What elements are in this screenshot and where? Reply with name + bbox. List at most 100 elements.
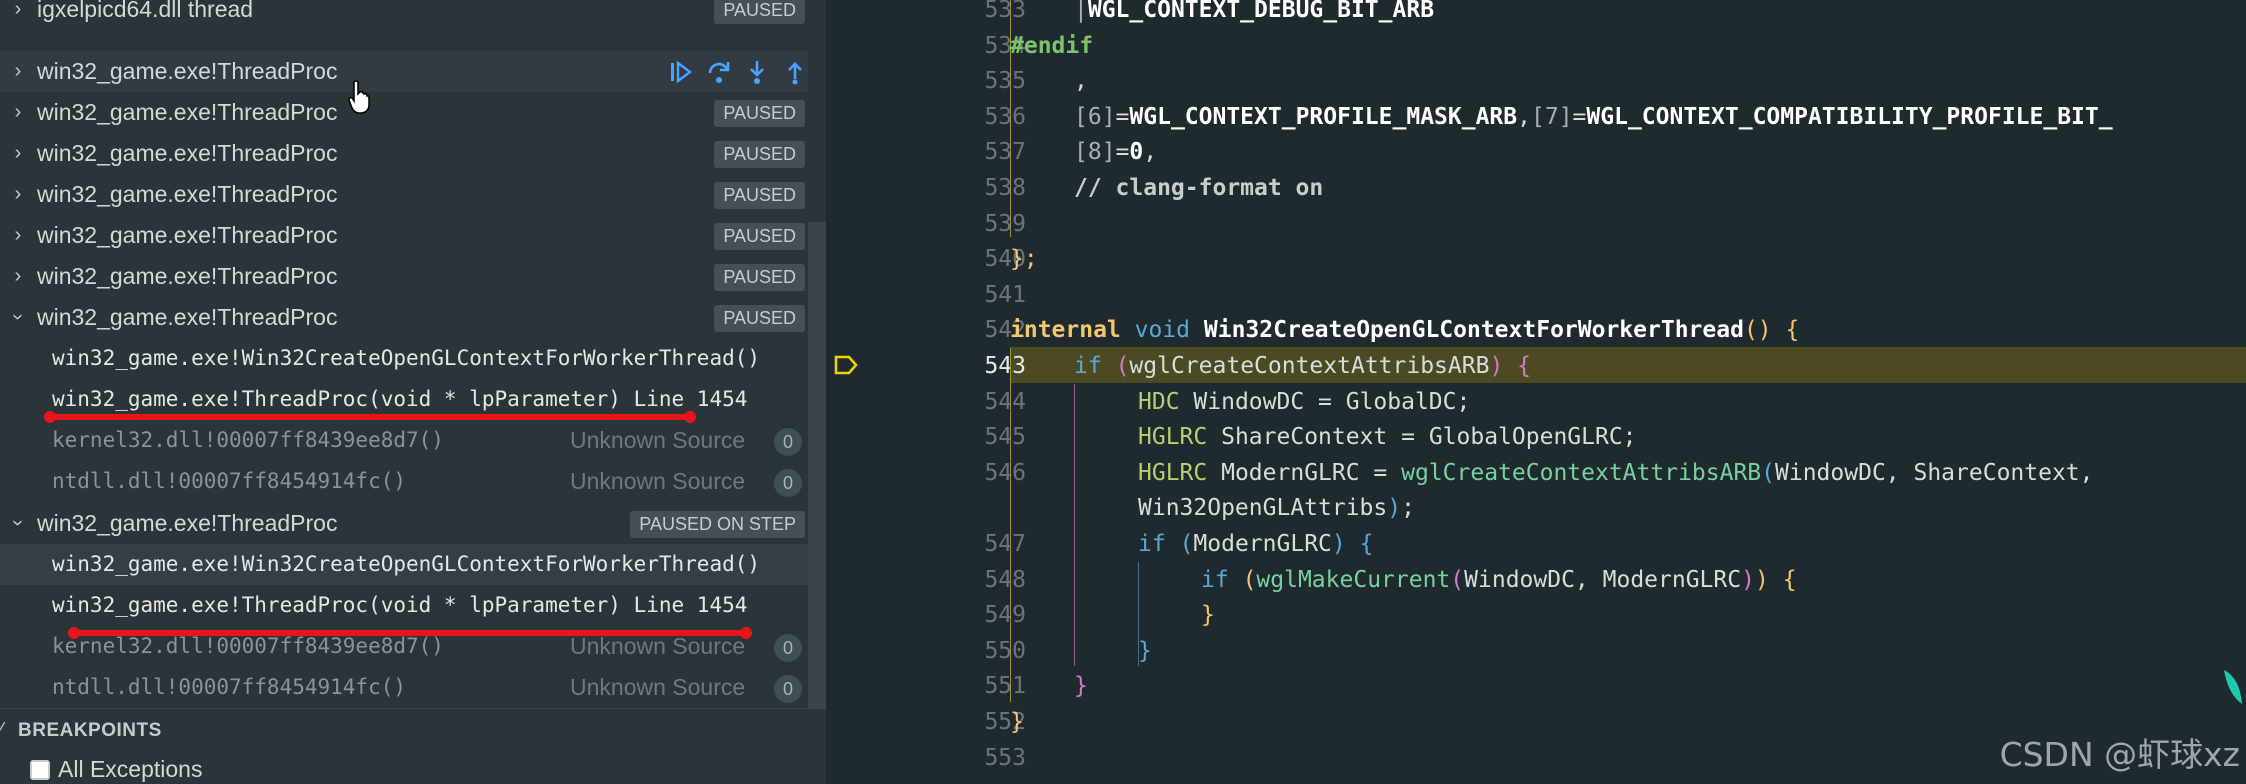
chevron-right-icon[interactable]: › bbox=[8, 266, 28, 286]
thread-row[interactable]: › win32_game.exe!ThreadProc PAUSED bbox=[0, 215, 808, 256]
code-line: } bbox=[1010, 704, 1024, 740]
thread-label: win32_game.exe!ThreadProc bbox=[37, 58, 338, 84]
current-statement-arrow-icon bbox=[834, 355, 858, 375]
line-number-current: 543 bbox=[984, 353, 1026, 379]
thread-row[interactable]: › win32_game.exe!ThreadProc PAUSED bbox=[0, 92, 808, 133]
stack-frame[interactable]: kernel32.dll!00007ff8439ee8d7() Unknown … bbox=[0, 420, 808, 461]
code-line: if (ModernGLRC) { bbox=[1138, 526, 1373, 562]
code-token: [7] bbox=[1531, 104, 1573, 130]
line-number: 550 bbox=[984, 638, 1026, 664]
frame-label: ntdll.dll!00007ff8454914fc() bbox=[52, 675, 407, 699]
code-line: HGLRC ShareContext = GlobalOpenGLRC; bbox=[1138, 419, 1637, 455]
thread-row[interactable]: › win32_game.exe!ThreadProc PAUSED ON ST… bbox=[0, 503, 808, 544]
scrollbar[interactable] bbox=[808, 222, 826, 708]
code-token: WindowDC = GlobalDC; bbox=[1193, 389, 1471, 415]
annotation-underline bbox=[44, 411, 696, 423]
stack-frame[interactable]: win32_game.exe!Win32CreateOpenGLContextF… bbox=[0, 338, 826, 379]
chevron-right-icon[interactable]: › bbox=[8, 143, 28, 163]
thread-label: win32_game.exe!ThreadProc bbox=[37, 99, 338, 125]
frame-label: win32_game.exe!ThreadProc(void * lpParam… bbox=[52, 593, 748, 617]
frame-count-badge: 0 bbox=[774, 634, 802, 662]
continue-icon[interactable] bbox=[668, 59, 694, 85]
thread-row[interactable]: › win32_game.exe!ThreadProc PAUSED bbox=[0, 297, 808, 338]
leaf-decoration-icon bbox=[2224, 670, 2242, 704]
line-number: 539 bbox=[984, 211, 1026, 237]
code-token: HGLRC bbox=[1138, 460, 1208, 486]
line-number: 544 bbox=[984, 389, 1026, 415]
code-token: 0 bbox=[1129, 139, 1144, 165]
code-token: [8] bbox=[1074, 139, 1116, 165]
code-token: WindowDC, ShareContext, bbox=[1775, 460, 2094, 486]
breakpoints-header[interactable]: ⁄ BREAKPOINTS bbox=[0, 708, 826, 752]
frame-count-badge: 0 bbox=[774, 428, 802, 456]
step-over-icon[interactable] bbox=[706, 59, 732, 85]
code-token: () bbox=[1743, 317, 1772, 343]
step-into-icon[interactable] bbox=[744, 59, 770, 85]
thread-row[interactable]: › win32_game.exe!ThreadProc PAUSED bbox=[0, 133, 808, 174]
stack-frame[interactable]: win32_game.exe!Win32CreateOpenGLContextF… bbox=[0, 544, 826, 585]
code-token: } bbox=[1074, 673, 1088, 699]
line-number: 533 bbox=[984, 0, 1026, 23]
line-number: 546 bbox=[984, 460, 1026, 486]
code-token: , bbox=[1074, 68, 1088, 94]
call-stack-panel: › igxelpicd64.dll thread PAUSED › win32_… bbox=[0, 0, 826, 784]
code-line: HDC WindowDC = GlobalDC; bbox=[1138, 384, 1470, 420]
breakpoint-item[interactable]: All Exceptions bbox=[0, 752, 826, 784]
line-number: 549 bbox=[984, 602, 1026, 628]
code-token: ( bbox=[1761, 460, 1776, 486]
code-token: wglMakeCurrent bbox=[1256, 567, 1451, 593]
code-editor[interactable]: 533 534 535 536 537 538 539 540 541 542 … bbox=[826, 0, 2246, 784]
code-token: ) bbox=[1489, 353, 1504, 379]
chevron-right-icon[interactable]: › bbox=[8, 0, 28, 19]
status-badge: PAUSED bbox=[714, 305, 805, 332]
chevron-right-icon[interactable]: › bbox=[8, 184, 28, 204]
chevron-down-icon[interactable]: ⁄ bbox=[0, 719, 3, 740]
chevron-down-icon[interactable]: › bbox=[7, 513, 29, 533]
line-number: 545 bbox=[984, 424, 1026, 450]
chevron-down-icon[interactable]: › bbox=[7, 307, 29, 327]
code-token: ) bbox=[1754, 567, 1769, 593]
line-number: 553 bbox=[984, 745, 1026, 771]
code-line: internal void Win32CreateOpenGLContextFo… bbox=[1010, 312, 1799, 348]
code-line: // clang-format on bbox=[1074, 170, 1323, 206]
code-line: |WGL_CONTEXT_DEBUG_BIT_ARB bbox=[1074, 0, 1434, 28]
stack-frame[interactable]: ntdll.dll!00007ff8454914fc() Unknown Sou… bbox=[0, 461, 808, 502]
step-out-icon[interactable] bbox=[782, 59, 808, 85]
code-token: if bbox=[1201, 567, 1229, 593]
thread-label: win32_game.exe!ThreadProc bbox=[37, 222, 338, 248]
code-token: , bbox=[1143, 139, 1158, 165]
thread-row[interactable]: › win32_game.exe!ThreadProc PAUSED bbox=[0, 256, 808, 297]
all-exceptions-checkbox[interactable] bbox=[30, 760, 50, 780]
code-token: ( bbox=[1242, 567, 1257, 593]
code-line: [6]=WGL_CONTEXT_PROFILE_MASK_ARB,[7]=WGL… bbox=[1074, 99, 2113, 135]
chevron-right-icon[interactable]: › bbox=[8, 225, 28, 245]
code-token: wglCreateContextAttribsARB bbox=[1129, 353, 1490, 379]
code-line: #endif bbox=[1010, 28, 1093, 64]
code-line: Win32OpenGLAttribs); bbox=[1138, 490, 1415, 526]
code-token: Win32OpenGLAttribs bbox=[1138, 495, 1388, 521]
code-token: , bbox=[1517, 104, 1531, 130]
code-line: } bbox=[1074, 668, 1088, 704]
glyph-margin[interactable] bbox=[826, 0, 886, 784]
code-token: void bbox=[1134, 317, 1191, 343]
code-line: } bbox=[1138, 633, 1152, 669]
thread-label: win32_game.exe!ThreadProc bbox=[37, 263, 338, 289]
code-token: { bbox=[1785, 317, 1800, 343]
line-number: 548 bbox=[984, 567, 1026, 593]
line-number: 538 bbox=[984, 175, 1026, 201]
indent-guide bbox=[1074, 384, 1075, 666]
chevron-right-icon[interactable]: › bbox=[8, 102, 28, 122]
thread-row[interactable]: › win32_game.exe!ThreadProc PAUSED bbox=[0, 174, 808, 215]
line-number: 534 bbox=[984, 33, 1026, 59]
line-number: 537 bbox=[984, 139, 1026, 165]
thread-row[interactable]: › igxelpicd64.dll thread PAUSED bbox=[0, 0, 808, 30]
frame-source: Unknown Source bbox=[570, 468, 746, 494]
thread-row[interactable]: › win32_game.exe!ThreadProc bbox=[0, 51, 808, 92]
frame-label: ntdll.dll!00007ff8454914fc() bbox=[52, 469, 407, 493]
stack-frame[interactable]: win32_game.exe!ThreadProc(void * lpParam… bbox=[0, 585, 808, 626]
chevron-right-icon[interactable]: › bbox=[8, 61, 28, 81]
stack-frame[interactable]: ntdll.dll!00007ff8454914fc() Unknown Sou… bbox=[0, 667, 808, 708]
code-line: , bbox=[1074, 63, 1088, 99]
code-token: WGL_CONTEXT_PROFILE_MASK_ARB bbox=[1129, 104, 1518, 130]
line-number: 542 bbox=[984, 317, 1026, 343]
